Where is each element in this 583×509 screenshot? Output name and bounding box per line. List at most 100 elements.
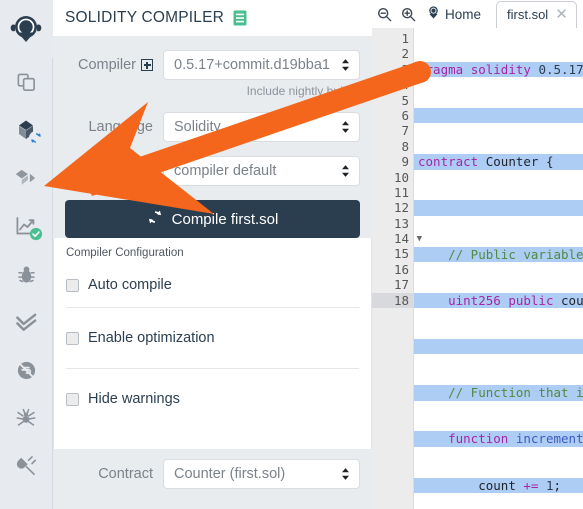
bug-icon — [16, 264, 37, 285]
editor-tab-bar: Home first.sol ✕ — [372, 0, 583, 28]
home-tab-label: Home — [445, 6, 482, 22]
language-select[interactable]: Solidity — [163, 112, 360, 142]
sidebar-item-file-explorers[interactable] — [0, 58, 53, 106]
line-number: 13 — [393, 215, 409, 231]
line-number: 7 — [401, 123, 409, 139]
code-line: function increment() public { — [414, 431, 583, 447]
plug-icon — [15, 455, 37, 477]
circle-slash-icon — [16, 360, 37, 381]
code-line: uint256 public count = 0; — [414, 292, 583, 309]
code-line — [414, 200, 583, 216]
code-content[interactable]: pragma solidity 0.5.17; contract Counter… — [414, 28, 583, 509]
compiler-label-wrap: Compiler — [65, 57, 163, 73]
line-number: 8 — [401, 138, 409, 154]
line-number: 4 — [401, 77, 409, 93]
chevron-updown-icon — [341, 121, 350, 134]
evm-version-value: compiler default — [174, 163, 277, 179]
line-number: 3▼ — [372, 62, 422, 77]
check-circle-badge-icon — [29, 227, 43, 241]
home-tab[interactable]: Home — [427, 5, 481, 23]
code-line — [414, 339, 583, 355]
line-number: 11 — [393, 184, 409, 200]
auto-compile-checkbox[interactable] — [66, 278, 79, 292]
sidebar-item-plugin-manager[interactable] — [0, 442, 53, 490]
code-line: pragma solidity 0.5.17; — [414, 61, 583, 78]
evm-version-label: EVM Version — [69, 163, 153, 179]
compile-button[interactable]: Compile first.sol — [65, 200, 360, 238]
contract-label: Contract — [98, 466, 153, 482]
refresh-badge-icon — [28, 131, 43, 145]
code-editor-pane: Home first.sol ✕ 1 2 3▼ 4 5 6 7 8 9▼ 10 … — [372, 0, 583, 509]
sidebar-item-debugger[interactable] — [0, 250, 53, 298]
compiler-row: Compiler 0.5.17+commit.d19bba1 — [65, 50, 360, 80]
line-number: 16 — [393, 261, 409, 277]
remix-ide-window: SOLIDITY COMPILER Compiler 0.5.17+commit… — [0, 0, 583, 509]
hide-warnings-checkbox[interactable] — [66, 392, 79, 406]
compiler-version-select[interactable]: 0.5.17+commit.d19bba1 — [163, 50, 360, 80]
remix-logo[interactable] — [0, 0, 53, 58]
contract-row: Contract Counter (first.sol) — [65, 459, 360, 501]
book-green-icon[interactable] — [233, 10, 247, 26]
sidebar-item-static-analysis[interactable] — [0, 202, 53, 250]
enable-optimization-checkbox[interactable] — [66, 331, 79, 345]
ethereum-diamond-icon — [15, 168, 38, 188]
contract-select[interactable]: Counter (first.sol) — [163, 459, 360, 489]
zoom-in-icon[interactable] — [401, 7, 416, 22]
compiler-version-value: 0.5.17+commit.d19bba1 — [174, 57, 330, 73]
icon-sidebar — [0, 0, 53, 509]
compiler-label: Compiler — [77, 57, 136, 73]
sidebar-item-circle-plugin[interactable] — [0, 346, 53, 394]
sidebar-item-solidity-compiler[interactable] — [0, 106, 53, 154]
line-number: 9▼ — [372, 154, 422, 169]
chevron-updown-icon — [341, 468, 350, 481]
enable-optimization-checkbox-row[interactable]: Enable optimization — [66, 308, 359, 368]
chevron-updown-icon — [341, 165, 350, 178]
remix-small-icon — [427, 5, 440, 23]
line-number: 6 — [401, 107, 409, 123]
sidebar-item-spider-plugin[interactable] — [0, 394, 53, 442]
close-icon[interactable]: ✕ — [555, 7, 568, 22]
line-number: 15 — [393, 246, 409, 262]
contract-value: Counter (first.sol) — [174, 466, 286, 482]
plus-box-icon[interactable] — [141, 59, 153, 72]
line-number-gutter: 1 2 3▼ 4 5 6 7 8 9▼ 10 11 12 13 14▼ 15 1… — [372, 28, 422, 509]
code-line: contract Counter { — [414, 154, 583, 170]
file-tab-first-sol[interactable]: first.sol ✕ — [496, 0, 577, 28]
chevron-updown-icon — [341, 59, 350, 72]
code-line: // Public variable of type unsigned int — [414, 246, 583, 263]
compiler-configuration-title: Compiler Configuration — [66, 247, 184, 259]
auto-compile-label: Auto compile — [88, 277, 172, 293]
compiler-configuration-card: Compiler Configuration Auto compile Enab… — [53, 238, 372, 449]
line-number: 12 — [393, 200, 409, 216]
sidebar-item-unit-testing[interactable] — [0, 298, 53, 346]
compile-button-label: Compile first.sol — [171, 210, 279, 228]
line-number: 2 — [401, 46, 409, 62]
evm-version-select[interactable]: compiler default — [163, 156, 360, 186]
double-check-icon — [15, 312, 38, 332]
hide-warnings-checkbox-row[interactable]: Hide warnings — [66, 369, 359, 429]
zoom-out-icon[interactable] — [377, 7, 392, 22]
line-number: 14 ▼ — [393, 231, 422, 247]
line-number-active: 18 — [372, 292, 413, 309]
code-line: // Function that increments our counter — [414, 385, 583, 401]
code-line: count += 1; — [414, 477, 583, 494]
auto-compile-checkbox-row[interactable]: Auto compile — [66, 263, 359, 307]
sidebar-item-deploy-and-run[interactable] — [0, 154, 53, 202]
evm-version-row: EVM Version compiler default — [65, 156, 360, 186]
code-area[interactable]: 1 2 3▼ 4 5 6 7 8 9▼ 10 11 12 13 14▼ 15 1… — [372, 28, 583, 509]
line-number: 17 — [393, 277, 409, 293]
files-copy-icon — [16, 72, 37, 93]
language-row: Language Solidity — [65, 112, 360, 142]
refresh-icon — [147, 209, 163, 229]
panel-body: Compiler 0.5.17+commit.d19bba1 Include n… — [53, 36, 372, 509]
panel-header: SOLIDITY COMPILER — [53, 0, 372, 36]
line-number: 5 — [401, 92, 409, 108]
language-value: Solidity — [174, 119, 221, 135]
hide-warnings-label: Hide warnings — [88, 391, 180, 407]
language-label: Language — [88, 119, 153, 135]
spider-icon — [15, 407, 37, 429]
enable-optimization-label: Enable optimization — [88, 330, 215, 346]
line-number: 10 — [393, 169, 409, 185]
solidity-compiler-panel: SOLIDITY COMPILER Compiler 0.5.17+commit… — [53, 0, 372, 509]
file-tab-label: first.sol — [507, 7, 549, 22]
